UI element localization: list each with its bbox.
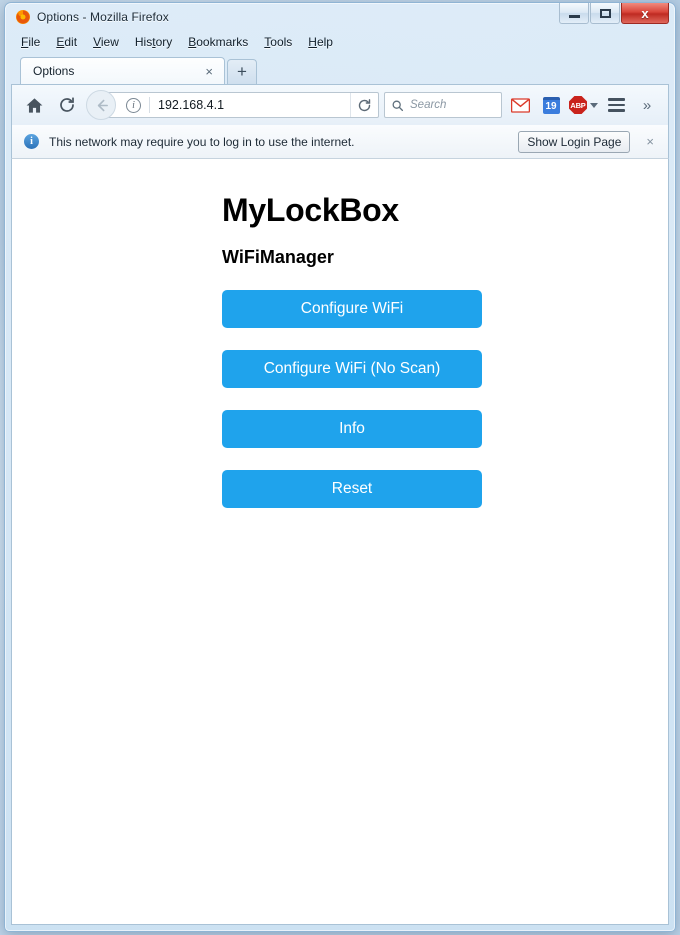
chevron-double-right-icon[interactable]: » <box>634 92 660 118</box>
menu-item-help[interactable]: Help <box>308 35 333 49</box>
show-login-page-button[interactable]: Show Login Page <box>518 130 631 153</box>
calendar-day-number: 19 <box>542 96 560 114</box>
reset-button[interactable]: Reset <box>222 470 482 509</box>
notification-message: This network may require you to log in t… <box>49 134 355 149</box>
tab-strip: Options × + <box>11 54 669 84</box>
minimize-icon <box>568 14 580 18</box>
info-button[interactable]: Info <box>222 410 482 449</box>
notification-bar: i This network may require you to log in… <box>11 125 669 159</box>
notification-close-icon[interactable]: × <box>640 134 660 149</box>
search-icon <box>392 100 404 111</box>
reload-icon[interactable] <box>53 91 81 119</box>
menu-item-view[interactable]: View <box>93 35 119 49</box>
wifimanager-page: MyLockBox WiFiManager Configure WiFi Con… <box>12 159 668 509</box>
new-tab-button[interactable]: + <box>227 59 257 84</box>
window-controls: x <box>559 3 669 25</box>
search-box[interactable]: Search <box>384 92 502 118</box>
hamburger-menu-icon[interactable] <box>603 92 629 118</box>
minimize-button[interactable] <box>559 3 589 24</box>
chevron-down-icon[interactable] <box>590 102 598 108</box>
url-input[interactable]: 192.168.4.1 <box>158 98 350 112</box>
page-subtitle: WiFiManager <box>222 247 334 268</box>
info-icon: i <box>24 134 39 149</box>
tab-options[interactable]: Options × <box>20 57 225 84</box>
adblock-plus-button[interactable]: ABP <box>569 96 598 114</box>
maximize-icon <box>599 8 611 18</box>
configure-wifi-no-scan-button[interactable]: Configure WiFi (No Scan) <box>222 350 482 389</box>
close-button[interactable]: x <box>621 3 669 24</box>
page-content-area: MyLockBox WiFiManager Configure WiFi Con… <box>11 159 669 925</box>
info-icon[interactable]: i <box>126 97 141 113</box>
menu-item-edit[interactable]: Edit <box>56 35 77 49</box>
firefox-logo-icon <box>16 10 30 24</box>
gmail-icon[interactable] <box>507 92 533 118</box>
browser-chrome: File Edit View History Bookmarks Tools H… <box>11 31 669 159</box>
url-bar[interactable]: i 192.168.4.1 <box>107 92 379 118</box>
menu-item-bookmarks[interactable]: Bookmarks <box>188 35 248 49</box>
navigation-toolbar: i 192.168.4.1 Search 19 ABP » <box>11 84 669 125</box>
menu-item-tools[interactable]: Tools <box>264 35 292 49</box>
menu-item-file[interactable]: File <box>21 35 40 49</box>
adblock-plus-icon: ABP <box>569 96 587 114</box>
calendar-icon[interactable]: 19 <box>538 92 564 118</box>
page-title: MyLockBox <box>222 192 399 228</box>
maximize-button[interactable] <box>590 3 620 24</box>
url-reload-icon[interactable] <box>350 93 378 117</box>
tab-close-icon[interactable]: × <box>202 64 216 79</box>
menu-item-history[interactable]: History <box>135 35 172 49</box>
configure-wifi-button[interactable]: Configure WiFi <box>222 290 482 329</box>
menu-bar: File Edit View History Bookmarks Tools H… <box>11 31 669 52</box>
url-separator <box>149 97 150 113</box>
home-icon[interactable] <box>20 91 48 119</box>
window-title: Options - Mozilla Firefox <box>37 10 169 24</box>
action-button-list: Configure WiFi Configure WiFi (No Scan) … <box>222 290 668 509</box>
back-button[interactable] <box>86 90 116 120</box>
browser-window: Options - Mozilla Firefox x File Edit Vi… <box>4 2 676 932</box>
tab-label: Options <box>33 64 75 78</box>
title-bar: Options - Mozilla Firefox x <box>11 3 669 31</box>
search-input[interactable]: Search <box>410 99 446 111</box>
